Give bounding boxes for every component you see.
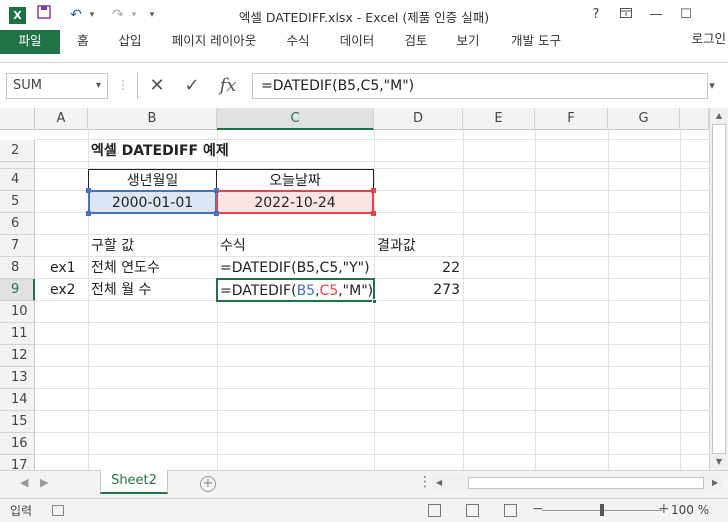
select-all-corner[interactable] [0,108,35,130]
ribbon-tabs: 파일 홈 삽입 페이지 레이아웃 수식 데이터 검토 보기 개발 도구 로그인 [0,30,728,54]
cell-c4-header[interactable]: 오늘날짜 [216,169,374,191]
insert-function-icon[interactable]: fx [213,73,243,99]
b5-range-handle-bl[interactable] [86,211,91,216]
b5-range-handle-tr[interactable] [214,188,219,193]
login-link[interactable]: 로그인 [691,30,726,48]
cell-a9[interactable]: ex2 [47,279,88,301]
zoom-in-button[interactable]: + [658,501,670,517]
b5-range-handle-br[interactable] [214,211,219,216]
status-bar: 입력 − + 100 % [0,498,728,522]
prev-sheet-icon[interactable]: ◀ [20,476,28,489]
sheet-tabs-bar: ◀ ▶ Sheet2 + ⋮ ◀ ▶ [0,470,728,498]
scroll-left-icon[interactable]: ◀ [436,475,442,491]
cell-b5-birthdate[interactable]: 2000-01-01 [88,190,217,214]
tab-file[interactable]: 파일 [0,30,60,54]
enter-icon[interactable]: ✓ [177,73,207,99]
page-layout-view-icon[interactable] [466,504,479,517]
zoom-slider-knob[interactable] [600,504,604,516]
column-header-f[interactable]: F [535,108,608,130]
formula-bar-grip-icon[interactable]: ⋮ [117,75,129,95]
formula-bar-divider [137,73,138,99]
cell-b4-header[interactable]: 생년월일 [88,169,217,191]
horizontal-scroll-thumb[interactable] [468,477,704,489]
cell-b7[interactable]: 구할 값 [88,235,217,257]
add-sheet-icon[interactable]: + [200,476,216,492]
formula-bar: SUM ▾ ⋮ ✕ ✓ fx =DATEDIF(B5,C5,"M") ▾ [0,62,728,108]
column-header-a[interactable]: A [35,108,88,130]
tab-split-grip-icon[interactable]: ⋮ [418,474,432,490]
ribbon-display-options-button[interactable] [612,4,640,26]
tab-insert[interactable]: 삽입 [112,30,148,54]
column-header-c[interactable]: C [217,108,374,130]
name-box-value: SUM [13,78,42,93]
status-mode: 입력 [10,504,33,518]
c5-range-handle-tr[interactable] [371,188,376,193]
sheet-tab-active[interactable]: Sheet2 [100,470,168,494]
c9-formula-prefix: =DATEDIF( [220,283,297,299]
macro-record-icon[interactable] [52,505,64,516]
name-box[interactable]: SUM ▾ [6,73,108,99]
c5-range-handle-br[interactable] [371,211,376,216]
scroll-down-icon[interactable]: ▼ [710,455,728,469]
maximize-button[interactable]: ☐ [672,4,700,26]
tab-data[interactable]: 데이터 [332,30,382,54]
cell-a8[interactable]: ex1 [47,257,88,279]
c9-ref-c5: C5 [319,283,339,299]
cell-d8[interactable]: 22 [374,257,463,279]
vertical-scroll-thumb[interactable] [712,124,726,454]
formula-input[interactable]: =DATEDIF(B5,C5,"M") [252,73,708,99]
name-box-dropdown-icon[interactable]: ▾ [96,74,101,98]
cell-b9[interactable]: 전체 월 수 [88,279,217,301]
help-button[interactable]: ? [582,4,610,26]
next-sheet-icon[interactable]: ▶ [40,476,48,489]
column-header-g[interactable]: G [608,108,680,130]
tab-home[interactable]: 홈 [70,30,96,54]
normal-view-icon[interactable] [428,504,441,517]
title-bar: X ↶ ▾ ↷ ▾ ▾ 엑셀 DATEDIFF.xlsx - Excel (제품… [0,0,728,30]
column-header-b[interactable]: B [88,108,217,130]
cell-d7[interactable]: 결과값 [374,235,463,257]
cell-c9-active[interactable]: =DATEDIF(B5,C5,"M") [216,278,375,302]
cell-b8[interactable]: 전체 연도수 [88,257,217,279]
cell-c7[interactable]: 수식 [217,235,374,257]
cell-c5-today[interactable]: 2022-10-24 [216,190,374,214]
column-header-e[interactable]: E [463,108,535,130]
horizontal-scrollbar[interactable]: ◀ ▶ [432,475,722,491]
cell-c8[interactable]: =DATEDIF(B5,C5,"Y") [217,257,374,279]
scroll-right-icon[interactable]: ▶ [712,475,718,491]
tab-view[interactable]: 보기 [450,30,486,54]
column-header-h[interactable] [680,108,709,130]
expand-formula-bar-icon[interactable]: ▾ [700,73,724,99]
cell-d9[interactable]: 273 [374,279,463,301]
c9-ref-b5: B5 [296,283,316,299]
page-break-view-icon[interactable] [504,504,517,517]
scroll-up-icon[interactable]: ▲ [710,109,728,123]
vertical-scrollbar[interactable]: ▲ ▼ [709,108,728,470]
cell-b2-title[interactable]: 엑셀 DATEDIFF 예제 [88,140,374,162]
worksheet-grid[interactable]: A B C D E F G 2 4 5 6 7 8 9 10 11 12 13 … [0,108,709,470]
zoom-level[interactable]: 100 % [671,503,709,517]
zoom-out-button[interactable]: − [532,501,544,517]
tab-page-layout[interactable]: 페이지 레이아웃 [164,30,264,54]
tab-developer[interactable]: 개발 도구 [504,30,568,54]
c9-formula-suffix: ,"M") [338,283,374,299]
tab-formulas[interactable]: 수식 [280,30,316,54]
cancel-icon[interactable]: ✕ [142,73,172,99]
column-header-d[interactable]: D [374,108,463,130]
b5-range-handle-tl[interactable] [86,188,91,193]
tab-review[interactable]: 검토 [398,30,434,54]
minimize-button[interactable]: — [642,4,670,26]
